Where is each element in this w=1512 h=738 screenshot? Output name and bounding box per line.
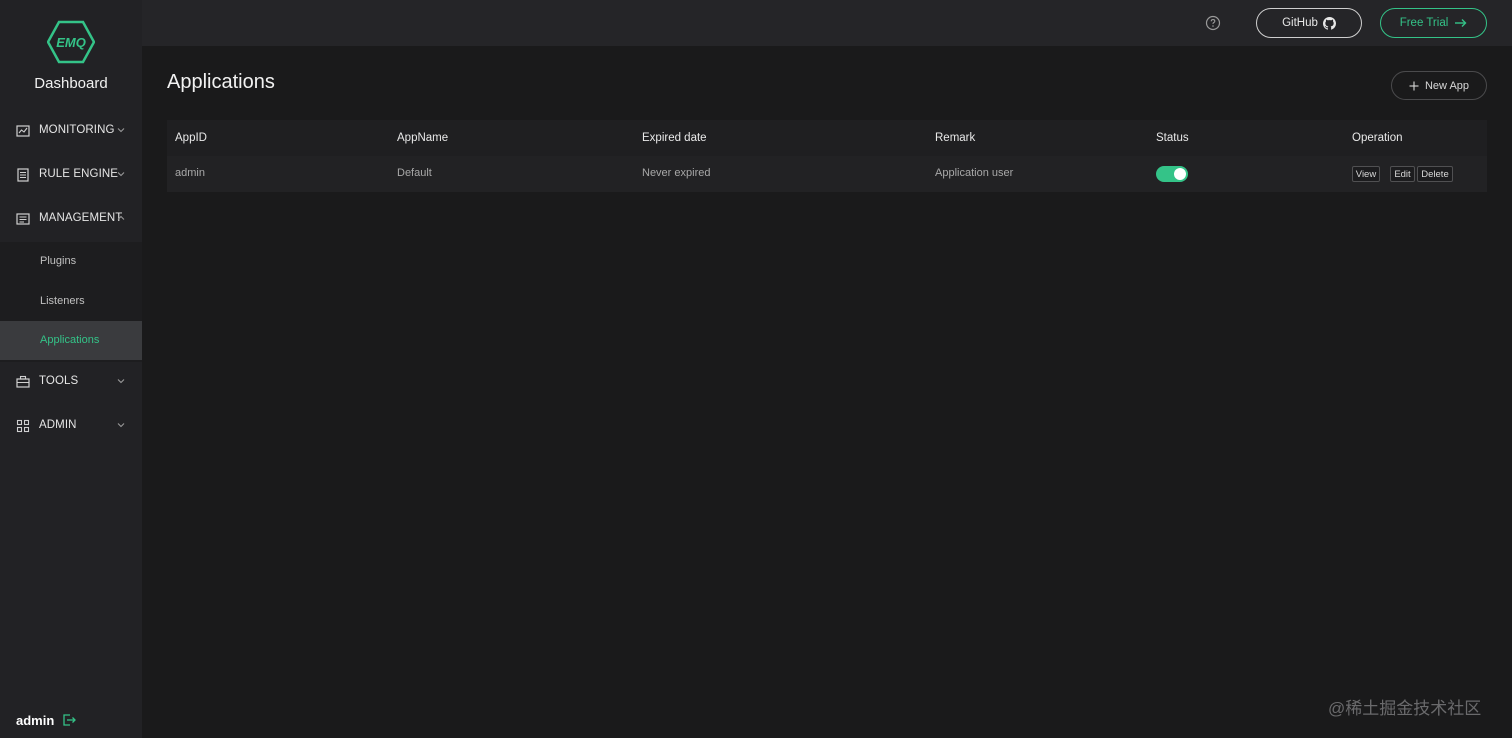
sidebar-item-tools[interactable]: TOOLS xyxy=(0,362,142,402)
free-trial-button[interactable]: Free Trial xyxy=(1380,8,1487,38)
sidebar-subitem-listeners[interactable]: Listeners xyxy=(0,282,142,321)
toolbox-icon xyxy=(16,375,30,388)
cell-appid: admin xyxy=(175,167,205,179)
sidebar-subitem-label: Plugins xyxy=(40,255,77,267)
svg-text:EMQ: EMQ xyxy=(56,35,86,50)
column-header-appid[interactable]: AppID xyxy=(175,132,207,144)
column-header-operation: Operation xyxy=(1352,132,1403,144)
table-header: AppID AppName Expired date Remark Status… xyxy=(167,120,1487,156)
grid-icon xyxy=(16,419,30,433)
sidebar-subitem-label: Listeners xyxy=(40,295,85,307)
new-app-label: New App xyxy=(1424,79,1470,92)
sidebar-item-management[interactable]: MANAGEMENT xyxy=(0,199,142,239)
arrow-right-icon xyxy=(1455,19,1467,27)
page-title: Applications xyxy=(167,71,275,93)
current-user: admin xyxy=(16,713,55,728)
sidebar-item-label: MANAGEMENT xyxy=(39,212,123,224)
cell-remark: Application user xyxy=(935,167,1014,179)
column-header-status[interactable]: Status xyxy=(1156,132,1189,144)
column-header-remark[interactable]: Remark xyxy=(935,132,975,144)
sidebar-subitem-plugins[interactable]: Plugins xyxy=(0,242,142,281)
view-button[interactable]: View xyxy=(1352,166,1380,182)
list-icon xyxy=(16,213,30,225)
help-icon[interactable] xyxy=(1205,15,1221,31)
emq-logo[interactable]: EMQ xyxy=(47,20,95,64)
chevron-down-icon xyxy=(117,128,125,133)
column-header-appname[interactable]: AppName xyxy=(397,132,448,144)
sidebar-item-admin[interactable]: ADMIN xyxy=(0,406,142,446)
sidebar-subitem-applications[interactable]: Applications xyxy=(0,321,142,360)
column-header-expired-date[interactable]: Expired date xyxy=(642,132,707,144)
new-app-button[interactable]: New App xyxy=(1391,71,1487,100)
delete-button[interactable]: Delete xyxy=(1417,166,1453,182)
document-icon xyxy=(17,168,29,182)
toggle-knob xyxy=(1174,168,1186,180)
plus-icon xyxy=(1409,81,1419,90)
edit-button[interactable]: Edit xyxy=(1390,166,1415,182)
github-icon xyxy=(1322,16,1336,30)
sidebar-item-rule-engine[interactable]: RULE ENGINE xyxy=(0,155,142,195)
cell-appname: Default xyxy=(397,167,432,179)
sidebar-item-label: TOOLS xyxy=(39,375,79,387)
dashboard-title: Dashboard xyxy=(34,75,108,92)
chevron-down-icon xyxy=(117,379,125,384)
chart-icon xyxy=(16,125,30,137)
sidebar: EMQ Dashboard MONITORING RULE ENGINE MAN… xyxy=(0,0,142,738)
status-toggle[interactable] xyxy=(1156,166,1188,182)
logout-icon[interactable] xyxy=(62,713,76,727)
sidebar-item-label: MONITORING xyxy=(39,124,115,136)
applications-table: AppID AppName Expired date Remark Status… xyxy=(167,120,1487,192)
free-trial-label: Free Trial xyxy=(1399,17,1449,29)
sidebar-item-monitoring[interactable]: MONITORING xyxy=(0,111,142,151)
watermark-text: @稀土掘金技术社区 xyxy=(1328,699,1482,718)
github-button[interactable]: GitHub xyxy=(1256,8,1362,38)
chevron-up-icon xyxy=(117,215,125,220)
github-label: GitHub xyxy=(1282,17,1318,29)
chevron-down-icon xyxy=(117,423,125,428)
chevron-down-icon xyxy=(117,172,125,177)
sidebar-item-label: ADMIN xyxy=(39,419,77,431)
sidebar-item-label: RULE ENGINE xyxy=(39,168,119,180)
cell-expired-date: Never expired xyxy=(642,167,711,179)
sidebar-subitem-label: Applications xyxy=(40,334,100,346)
